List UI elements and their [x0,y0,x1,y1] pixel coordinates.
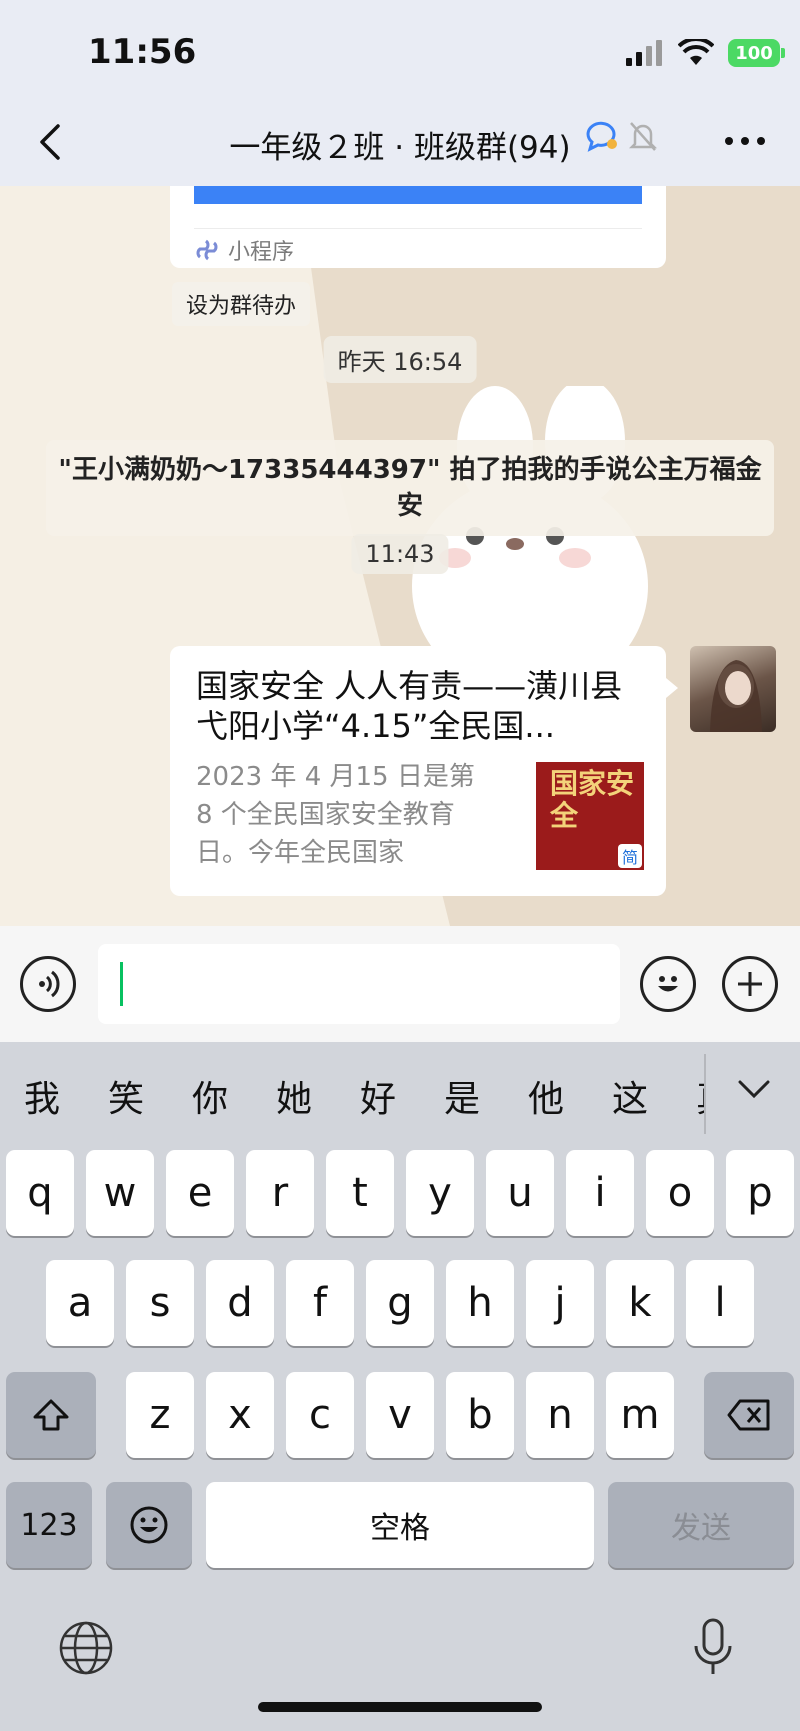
candidate-word[interactable]: 是 [444,1070,480,1122]
voice-icon [39,970,60,998]
article-thumbnail: 国家安全 简 [536,762,644,870]
plus-icon [738,972,762,996]
key-e[interactable]: e [166,1150,234,1236]
key-y[interactable]: y [406,1150,474,1236]
numbers-key[interactable]: 123 [6,1482,92,1568]
backspace-key[interactable] [704,1372,794,1458]
backspace-icon [727,1399,770,1431]
mute-bell-icon [628,122,658,151]
header-status-icons [584,120,658,152]
candidate-word[interactable]: 她 [276,1070,312,1122]
shift-icon [33,1399,69,1431]
key-o[interactable]: o [646,1150,714,1236]
candidate-word[interactable]: 你 [192,1070,228,1122]
thumbnail-badge: 简 [618,844,642,868]
chat-area[interactable]: 小程序 设为群待办 昨天 16:54 "王小满奶奶～17335444397" 拍… [0,186,800,926]
key-u[interactable]: u [486,1150,554,1236]
shift-key[interactable] [6,1372,96,1458]
more-functions-button[interactable] [722,956,778,1012]
thumbnail-text: 国家安全 [550,767,635,832]
key-b[interactable]: b [446,1372,514,1458]
emoji-icon [658,976,678,992]
wifi-icon [678,39,714,65]
candidate-word[interactable]: 笑 [108,1070,144,1122]
mini-program-label: 小程序 [228,240,295,265]
emoji-key[interactable] [106,1482,192,1568]
key-c[interactable]: c [286,1372,354,1458]
status-time: 11:56 [88,32,197,72]
more-options-icon[interactable] [722,126,768,156]
key-s[interactable]: s [126,1260,194,1346]
battery-indicator: 100 [728,39,785,67]
top-bar: 11:56 100 一年级２班 · 班级群(94) [0,0,800,186]
key-x[interactable]: x [206,1372,274,1458]
set-group-todo-button[interactable]: 设为群待办 [172,282,311,326]
home-indicator [258,1702,542,1712]
avatar[interactable] [690,646,776,732]
key-z[interactable]: z [126,1372,194,1458]
send-key[interactable]: 发送 [608,1482,794,1568]
divider [194,228,642,229]
chevron-down-icon[interactable] [730,1072,778,1108]
microphone-icon[interactable] [690,1618,736,1678]
chat-bubble-icon [586,121,617,152]
divider [704,1054,706,1134]
space-key[interactable]: 空格 [206,1482,594,1568]
key-a[interactable]: a [46,1260,114,1346]
article-link-card[interactable]: 国家安全 人人有责——潢川县弋阳小学“4.15”全民国... 2023 年 4 … [170,646,678,896]
status-icons: 100 [624,36,785,70]
keyboard: 我 笑 你 她 好 是 他 这 真 q w e r t y u i o p a … [0,1042,800,1731]
key-j[interactable]: j [526,1260,594,1346]
key-k[interactable]: k [606,1260,674,1346]
avatar-image [710,660,762,732]
key-d[interactable]: d [206,1260,274,1346]
emoji-button[interactable] [640,956,696,1012]
cellular-signal-icon [626,40,662,66]
key-n[interactable]: n [526,1372,594,1458]
timestamp: 11:43 [351,534,449,574]
key-l[interactable]: l [686,1260,754,1346]
candidate-bar: 我 笑 你 她 好 是 他 这 真 [0,1042,800,1142]
key-w[interactable]: w [86,1150,154,1236]
timestamp: 昨天 16:54 [323,336,477,383]
mini-program-banner [194,186,642,204]
key-m[interactable]: m [606,1372,674,1458]
key-g[interactable]: g [366,1260,434,1346]
text-cursor [120,962,123,1006]
system-message: "王小满奶奶～17335444397" 拍了拍我的手说公主万福金安 [46,440,774,536]
candidate-word[interactable]: 这 [612,1070,648,1122]
input-bar [0,926,800,1042]
key-t[interactable]: t [326,1150,394,1236]
key-p[interactable]: p [726,1150,794,1236]
key-i[interactable]: i [566,1150,634,1236]
globe-icon[interactable] [58,1620,114,1676]
key-q[interactable]: q [6,1150,74,1236]
emoji-icon [130,1506,168,1544]
key-f[interactable]: f [286,1260,354,1346]
key-v[interactable]: v [366,1372,434,1458]
article-description: 2023 年 4 月15 日是第 8 个全民国家安全教育日。今年全民国家 [196,762,475,868]
candidate-word[interactable]: 他 [528,1070,564,1122]
key-h[interactable]: h [446,1260,514,1346]
page-title: 一年级２班 · 班级群(94) [229,130,571,166]
candidate-word[interactable]: 好 [360,1070,396,1122]
article-title: 国家安全 人人有责——潢川县弋阳小学“4.15”全民国... [196,667,623,745]
voice-input-button[interactable] [20,956,76,1012]
mini-program-footer: 小程序 [194,234,294,266]
candidate-word[interactable]: 我 [24,1070,60,1122]
message-input[interactable] [98,944,620,1024]
key-r[interactable]: r [246,1150,314,1236]
mini-program-icon [196,239,218,261]
